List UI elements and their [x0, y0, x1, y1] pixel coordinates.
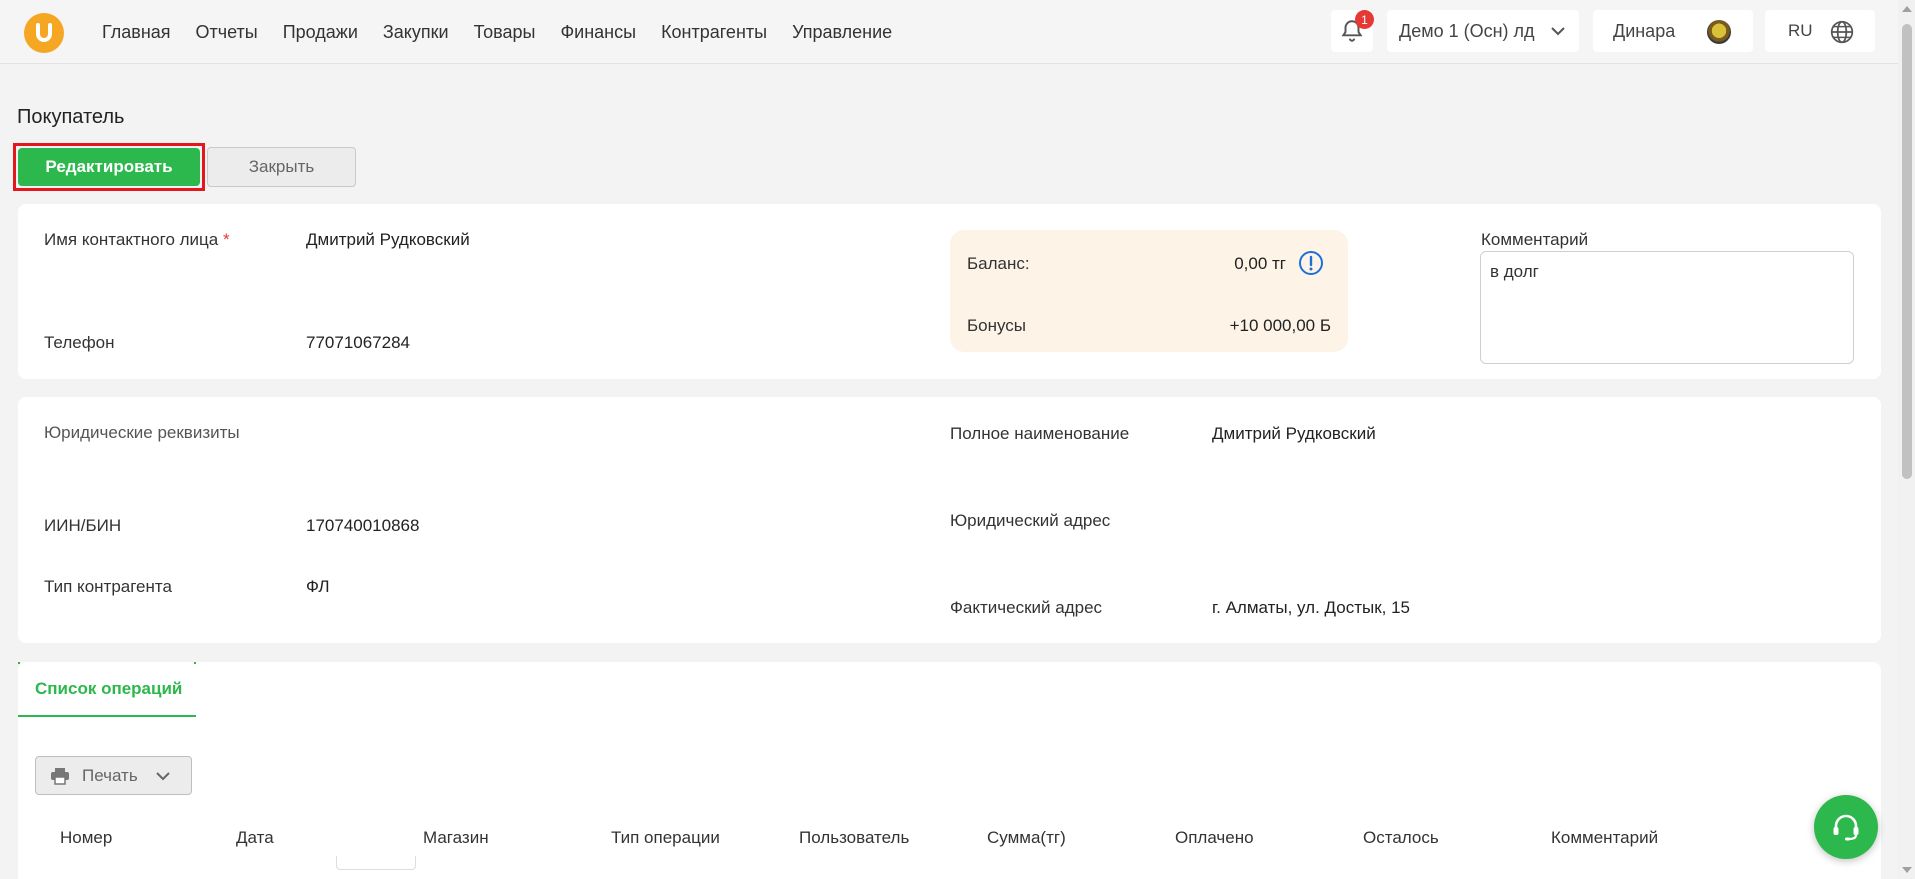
phone-value: 77071067284	[306, 333, 411, 352]
language-selector[interactable]: RU	[1765, 10, 1875, 52]
balance-label: Баланс:	[967, 254, 1030, 273]
bonus-label: Бонусы	[967, 316, 1027, 335]
user-name: Динара	[1613, 20, 1676, 41]
page-scrollbar[interactable]	[1898, 0, 1915, 879]
required-mark: *	[222, 230, 230, 249]
store-selector-label: Демо 1 (Осн) лд	[1399, 20, 1535, 41]
legal-address-label: Юридический адрес	[950, 511, 1111, 530]
phone-label: Телефон	[44, 333, 115, 352]
legal-section-title: Юридические реквизиты	[44, 423, 240, 442]
actual-address-label: Фактический адрес	[950, 598, 1103, 617]
scroll-down-arrow-icon[interactable]	[1902, 867, 1912, 873]
nav-item-counterparties[interactable]: Контрагенты	[661, 22, 767, 43]
print-button[interactable]: Печать	[35, 756, 192, 795]
support-chat-button[interactable]	[1814, 795, 1878, 859]
nav-item-purchases[interactable]: Закупки	[383, 22, 449, 43]
comment-field[interactable]: в долг	[1480, 251, 1854, 364]
notifications-button[interactable]: 1	[1331, 10, 1374, 52]
notifications-badge: 1	[1355, 10, 1374, 29]
headset-icon	[1833, 814, 1859, 841]
nav-item-finance[interactable]: Финансы	[560, 22, 636, 43]
contact-card: Имя контактного лица * Дмитрий Рудковски…	[18, 204, 1881, 379]
column-header-number[interactable]: Номер	[60, 828, 112, 848]
nav-item-home[interactable]: Главная	[102, 22, 171, 43]
printer-icon	[51, 767, 69, 785]
store-selector[interactable]: Демо 1 (Осн) лд	[1387, 10, 1579, 52]
operations-card: Список операций Печать Номер Дата Магази…	[18, 662, 1881, 879]
scroll-thumb[interactable]	[1902, 24, 1912, 479]
avatar	[1707, 20, 1731, 44]
nav-item-management[interactable]: Управление	[792, 22, 892, 43]
chevron-down-icon	[155, 771, 170, 780]
user-menu[interactable]: Динара	[1593, 10, 1753, 52]
tab-operations-list[interactable]: Список операций	[18, 662, 196, 717]
date-filter-input[interactable]	[336, 856, 416, 870]
top-navbar: Главная Отчеты Продажи Закупки Товары Фи…	[0, 0, 1898, 64]
full-name-value: Дмитрий Рудковский	[1212, 424, 1376, 443]
column-header-remaining[interactable]: Осталось	[1363, 828, 1439, 848]
column-header-paid[interactable]: Оплачено	[1175, 828, 1254, 848]
column-header-comment[interactable]: Комментарий	[1551, 828, 1658, 848]
iin-label: ИИН/БИН	[44, 516, 122, 535]
chevron-down-icon	[1551, 27, 1565, 36]
contact-name-label: Имя контактного лица *	[44, 230, 230, 249]
column-header-operation-type[interactable]: Тип операции	[611, 828, 720, 848]
page-title: Покупатель	[17, 106, 125, 128]
counterparty-type-value: ФЛ	[306, 577, 330, 596]
nav-item-reports[interactable]: Отчеты	[196, 22, 258, 43]
app-logo[interactable]	[24, 13, 64, 53]
balance-value: 0,00 тг	[1234, 254, 1286, 273]
iin-value: 170740010868	[306, 516, 420, 535]
scroll-up-arrow-icon[interactable]	[1902, 6, 1912, 12]
actual-address-value: г. Алматы, ул. Достык, 15	[1212, 598, 1410, 617]
column-header-amount[interactable]: Сумма(тг)	[987, 828, 1066, 848]
bonus-value: +10 000,00 Б	[1229, 316, 1331, 335]
balance-panel: Баланс: 0,00 тг Бонусы +10 000,00 Б	[950, 230, 1348, 352]
contact-name-value: Дмитрий Рудковский	[306, 230, 470, 249]
comment-label: Комментарий	[1481, 230, 1589, 249]
column-header-date[interactable]: Дата	[236, 828, 274, 848]
edit-button[interactable]: Редактировать	[18, 148, 200, 186]
edit-button-highlight: Редактировать	[13, 143, 205, 191]
close-button[interactable]: Закрыть	[207, 147, 356, 187]
logo-u-icon	[36, 23, 52, 42]
info-icon[interactable]	[1298, 250, 1324, 276]
legal-details-card: Юридические реквизиты ИИН/БИН 1707400108…	[18, 397, 1881, 643]
nav-item-sales[interactable]: Продажи	[283, 22, 358, 43]
main-nav: Главная Отчеты Продажи Закупки Товары Фи…	[102, 0, 917, 64]
column-header-store[interactable]: Магазин	[423, 828, 489, 848]
full-name-label: Полное наименование	[950, 424, 1130, 443]
print-button-label: Печать	[82, 765, 138, 785]
column-header-user[interactable]: Пользователь	[799, 828, 909, 848]
counterparty-type-label: Тип контрагента	[44, 577, 172, 596]
nav-item-products[interactable]: Товары	[474, 22, 536, 43]
language-label: RU	[1788, 21, 1813, 40]
globe-icon	[1830, 20, 1854, 44]
